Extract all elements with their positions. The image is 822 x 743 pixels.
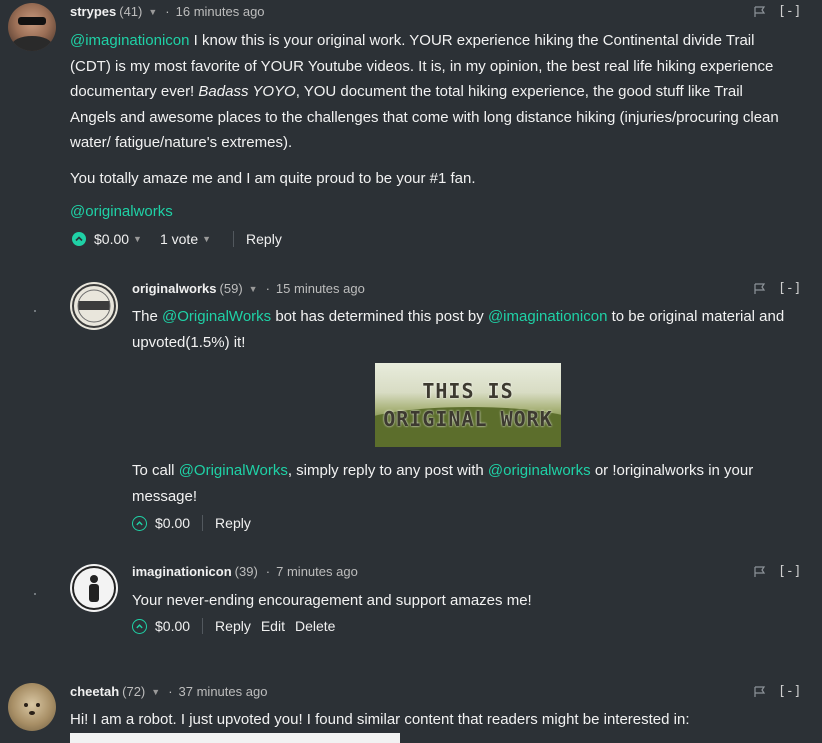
author-name[interactable]: imaginationicon (132, 564, 232, 579)
thread-marker (34, 593, 36, 595)
divider (202, 515, 204, 531)
avatar-image (72, 566, 116, 610)
divider (202, 618, 204, 634)
comment-paragraph: The @OriginalWorks bot has determined th… (132, 304, 802, 355)
author-name[interactable]: strypes (70, 4, 116, 19)
chevron-down-icon[interactable]: ▼ (148, 7, 157, 17)
vote-count[interactable]: 1 vote (160, 231, 198, 247)
reply-button[interactable]: Reply (215, 618, 251, 634)
author-reputation: (39) (234, 564, 258, 579)
link-preview-cutoff[interactable] (70, 733, 400, 743)
flag-icon[interactable] (754, 566, 766, 578)
comment-body: The @OriginalWorks bot has determined th… (132, 304, 802, 355)
timestamp[interactable]: 7 minutes ago (276, 564, 358, 579)
comment-meta: originalworks (59) ▼ · 15 minutes ago (132, 281, 365, 296)
comment-footer: $0.00 Reply (132, 515, 261, 531)
divider (233, 231, 235, 247)
edit-button[interactable]: Edit (261, 618, 285, 634)
delete-button[interactable]: Delete (295, 618, 335, 634)
upvote-icon[interactable] (132, 618, 147, 634)
author-name[interactable]: originalworks (132, 281, 217, 296)
comment-meta: imaginationicon (39) · 7 minutes ago (132, 564, 358, 579)
payout-value[interactable]: $0.00 (155, 618, 190, 634)
collapse-toggle[interactable]: [-] (778, 564, 801, 579)
timestamp[interactable]: 15 minutes ago (276, 281, 365, 296)
collapse-toggle[interactable]: [-] (778, 4, 801, 19)
payout-value[interactable]: $0.00 (94, 231, 129, 247)
text-segment: bot has determined this post by (271, 308, 488, 325)
reply-button[interactable]: Reply (246, 231, 282, 247)
avatar[interactable] (8, 683, 56, 731)
comment-body: @imaginationicon I know this is your ori… (70, 28, 790, 225)
mention-link[interactable]: @OriginalWorks (162, 308, 271, 325)
collapse-toggle[interactable]: [-] (778, 281, 801, 296)
comment-paragraph: @imaginationicon I know this is your ori… (70, 28, 790, 156)
mention-link[interactable]: @originalworks (488, 462, 591, 479)
mention-link[interactable]: @OriginalWorks (179, 462, 288, 479)
author-name[interactable]: cheetah (70, 684, 119, 699)
collapse-toggle[interactable]: [-] (778, 684, 801, 699)
original-work-banner-image[interactable]: THIS IS ORIGINAL WORK (375, 363, 561, 447)
comment-paragraph: To call @OriginalWorks, simply reply to … (132, 458, 802, 509)
author-reputation: (41) (119, 4, 143, 19)
comment-body: To call @OriginalWorks, simply reply to … (132, 458, 802, 509)
upvote-icon[interactable] (132, 515, 147, 531)
avatar[interactable] (70, 564, 118, 612)
comment-meta: strypes (41) ▼ · 16 minutes ago (70, 4, 265, 19)
flag-icon[interactable] (754, 283, 766, 295)
avatar-image (72, 284, 116, 328)
text-segment: To call (132, 462, 179, 479)
comment-body: Your never-ending encouragement and supp… (132, 588, 802, 614)
reply-button[interactable]: Reply (215, 515, 251, 531)
separator-dot: · (165, 4, 170, 19)
comment-footer: $0.00 ▼ 1 vote ▼ Reply (72, 231, 292, 247)
timestamp[interactable]: 16 minutes ago (176, 4, 265, 19)
avatar[interactable] (8, 3, 56, 51)
timestamp[interactable]: 37 minutes ago (179, 684, 268, 699)
chevron-down-icon[interactable]: ▼ (151, 687, 160, 697)
avatar-image (24, 703, 40, 715)
mention-link[interactable]: @originalworks (70, 203, 173, 220)
flag-icon[interactable] (754, 686, 766, 698)
chevron-down-icon[interactable]: ▼ (202, 234, 211, 244)
comment-meta: cheetah (72) ▼ · 37 minutes ago (70, 684, 267, 699)
mention-link[interactable]: @imaginationicon (70, 32, 189, 49)
avatar[interactable] (70, 282, 118, 330)
payout-value[interactable]: $0.00 (155, 515, 190, 531)
comment-paragraph: Your never-ending encouragement and supp… (132, 592, 532, 609)
upvote-icon[interactable] (72, 232, 86, 246)
chevron-down-icon[interactable]: ▼ (133, 234, 142, 244)
author-reputation: (72) (122, 684, 146, 699)
emphasis-text: Badass YOYO (198, 83, 296, 100)
separator-dot: · (265, 281, 270, 296)
mention-link[interactable]: @imaginationicon (488, 308, 607, 325)
avatar-image (12, 17, 52, 51)
comment-paragraph: You totally amaze me and I am quite prou… (70, 169, 476, 187)
comment-footer: $0.00 Reply Edit Delete (132, 618, 345, 634)
comment-paragraph: Hi! I am a robot. I just upvoted you! I … (70, 711, 690, 728)
separator-dot: · (168, 684, 173, 699)
banner-text-line1: THIS IS (422, 379, 514, 403)
flag-icon[interactable] (754, 6, 766, 18)
separator-dot: · (265, 564, 271, 579)
comment-body: Hi! I am a robot. I just upvoted you! I … (70, 707, 810, 733)
banner-text-line2: ORIGINAL WORK (383, 407, 553, 431)
chevron-down-icon[interactable]: ▼ (249, 284, 258, 294)
text-segment: The (132, 308, 163, 325)
text-segment: , simply reply to any post with (287, 462, 488, 479)
comment-paragraph: @originalworks (70, 199, 790, 225)
thread-marker (34, 310, 36, 312)
author-reputation: (59) (219, 281, 243, 296)
